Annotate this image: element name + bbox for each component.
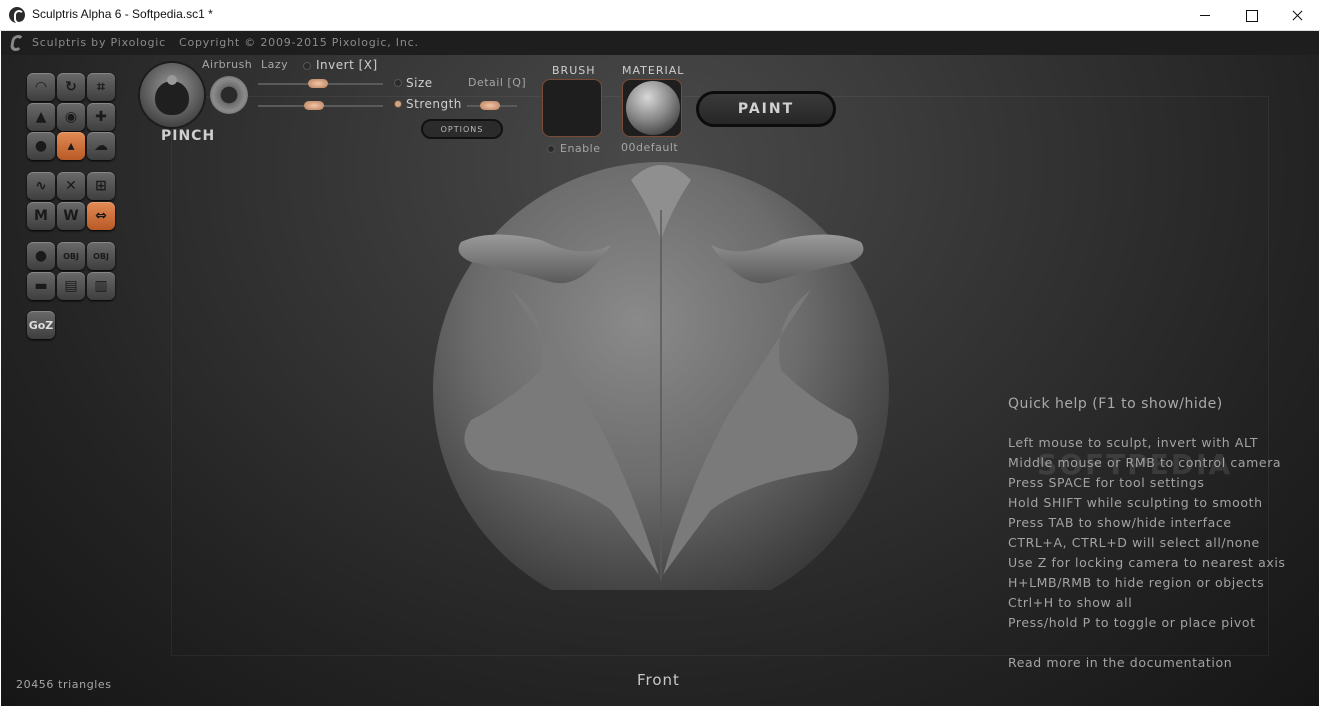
material-section-title: MATERIAL xyxy=(622,64,685,77)
strength-radio[interactable] xyxy=(394,100,402,108)
brush-texture-slot[interactable] xyxy=(542,79,602,137)
quick-help-line: Ctrl+H to show all xyxy=(1008,595,1133,610)
material-slot[interactable] xyxy=(622,79,682,137)
triangle-count: 20456 triangles xyxy=(16,678,112,691)
quick-help-line: CTRL+A, CTRL+D will select all/none xyxy=(1008,535,1260,550)
quick-help-line: Middle mouse or RMB to control camera xyxy=(1008,455,1282,470)
detail-label: Detail [Q] xyxy=(468,76,527,89)
sculpt-viewport[interactable]: Sculptris by Pixologic Copyright © 2009-… xyxy=(1,31,1319,706)
brush-name-label: PINCH xyxy=(161,128,216,144)
symmetry-tool-icon: ∿ xyxy=(35,178,47,194)
open-file-icon: ▤ xyxy=(64,278,78,294)
quick-help-line: Hold SHIFT while sculpting to smooth xyxy=(1008,495,1263,510)
brand-label: Sculptris by Pixologic xyxy=(32,36,166,49)
strength-label: Strength xyxy=(406,97,462,111)
goz-icon: GoZ xyxy=(28,318,54,332)
quick-help-line: Press SPACE for tool settings xyxy=(1008,475,1205,490)
quick-help-title: Quick help (F1 to show/hide) xyxy=(1008,396,1223,412)
airbrush-toggle[interactable]: Airbrush xyxy=(202,58,252,71)
mirror-tool-button[interactable]: ⇔ xyxy=(87,202,115,230)
export-obj-icon: OBJ xyxy=(93,251,109,261)
export-obj-button[interactable]: OBJ xyxy=(87,242,115,270)
crease-tool-button[interactable]: ☁ xyxy=(87,132,115,160)
flatten-tool-icon: ▲ xyxy=(35,109,47,125)
new-plane-button[interactable]: ▬ xyxy=(27,272,55,300)
paint-button[interactable]: PAINT xyxy=(696,91,836,127)
move-tool-button[interactable]: ✚ xyxy=(87,103,115,131)
close-button[interactable] xyxy=(1274,0,1320,31)
quick-help-line: H+LMB/RMB to hide region or objects xyxy=(1008,575,1265,590)
smooth-tool-button[interactable]: ● xyxy=(27,132,55,160)
hide-tool-button[interactable]: ✕ xyxy=(57,172,85,200)
window-title: Sculptris Alpha 6 - Softpedia.sc1 * xyxy=(32,7,213,21)
view-name-label: Front xyxy=(637,671,680,689)
goz-button[interactable]: GoZ xyxy=(27,311,55,339)
sculptris-logo-icon xyxy=(9,35,25,51)
crop-tool-button[interactable]: ⌗ xyxy=(87,73,115,101)
window-title-bar: Sculptris Alpha 6 - Softpedia.sc1 * xyxy=(0,0,1320,31)
import-obj-icon: OBJ xyxy=(63,251,79,261)
save-file-icon: ▥ xyxy=(94,278,108,294)
mirror-tool-icon: ⇔ xyxy=(95,208,107,224)
size-slider-knob[interactable] xyxy=(308,79,328,88)
reduce-tool-button[interactable]: W xyxy=(57,202,85,230)
strength-slider-knob[interactable] xyxy=(304,101,325,110)
options-button[interactable]: OPTIONS xyxy=(421,119,503,139)
new-sphere-icon: ● xyxy=(34,248,48,264)
inflate-tool-icon: ◉ xyxy=(64,109,78,125)
minimize-button[interactable] xyxy=(1182,0,1228,31)
rotate-tool-icon: ↻ xyxy=(65,79,77,95)
sculptris-app-icon xyxy=(9,7,25,24)
material-sphere-icon xyxy=(626,81,680,135)
pinch-tool-icon: ▴ xyxy=(67,138,75,154)
draw-tool-icon: ◠ xyxy=(35,79,47,95)
open-file-button[interactable]: ▤ xyxy=(57,272,85,300)
save-file-button[interactable]: ▥ xyxy=(87,272,115,300)
documentation-link[interactable]: Read more in the documentation xyxy=(1008,655,1232,670)
lazy-toggle[interactable]: Lazy xyxy=(261,58,288,71)
draw-tool-button[interactable]: ◠ xyxy=(27,73,55,101)
flatten-tool-button[interactable]: ▲ xyxy=(27,103,55,131)
copyright-label: Copyright © 2009-2015 Pixologic, Inc. xyxy=(179,36,419,49)
crease-tool-icon: ☁ xyxy=(94,138,108,154)
new-plane-icon: ▬ xyxy=(34,278,48,294)
brush-preview-icon[interactable] xyxy=(140,63,204,127)
detail-slider-knob[interactable] xyxy=(479,101,500,110)
pinch-tool-button[interactable]: ▴ xyxy=(57,132,85,160)
crop-tool-icon: ⌗ xyxy=(97,79,105,95)
move-tool-icon: ✚ xyxy=(95,109,107,125)
reduce-tool-icon: W xyxy=(63,208,79,224)
size-radio[interactable] xyxy=(394,79,402,87)
rotate-tool-button[interactable]: ↻ xyxy=(57,73,85,101)
invert-radio[interactable] xyxy=(303,62,311,70)
quick-help-line: Press/hold P to toggle or place pivot xyxy=(1008,615,1256,630)
mask-tool-icon: M xyxy=(34,208,48,224)
invert-label: Invert [X] xyxy=(316,58,378,72)
quick-help-line: Use Z for locking camera to nearest axis xyxy=(1008,555,1286,570)
app-header: Sculptris by Pixologic Copyright © 2009-… xyxy=(1,31,1319,55)
hide-tool-icon: ✕ xyxy=(65,178,77,194)
sculpt-model[interactable] xyxy=(431,150,891,590)
grid-tool-button[interactable]: ⊞ xyxy=(87,172,115,200)
smooth-tool-icon: ● xyxy=(34,138,48,154)
mask-tool-button[interactable]: M xyxy=(27,202,55,230)
size-label: Size xyxy=(406,76,433,90)
new-sphere-button[interactable]: ● xyxy=(27,242,55,270)
import-obj-button[interactable]: OBJ xyxy=(57,242,85,270)
falloff-curve-icon[interactable] xyxy=(210,76,248,114)
quick-help-line: Left mouse to sculpt, invert with ALT xyxy=(1008,435,1259,450)
brush-section-title: BRUSH xyxy=(552,64,596,77)
maximize-button[interactable] xyxy=(1228,0,1274,31)
symmetry-tool-button[interactable]: ∿ xyxy=(27,172,55,200)
inflate-tool-button[interactable]: ◉ xyxy=(57,103,85,131)
grid-tool-icon: ⊞ xyxy=(95,178,107,194)
quick-help-line: Press TAB to show/hide interface xyxy=(1008,515,1232,530)
